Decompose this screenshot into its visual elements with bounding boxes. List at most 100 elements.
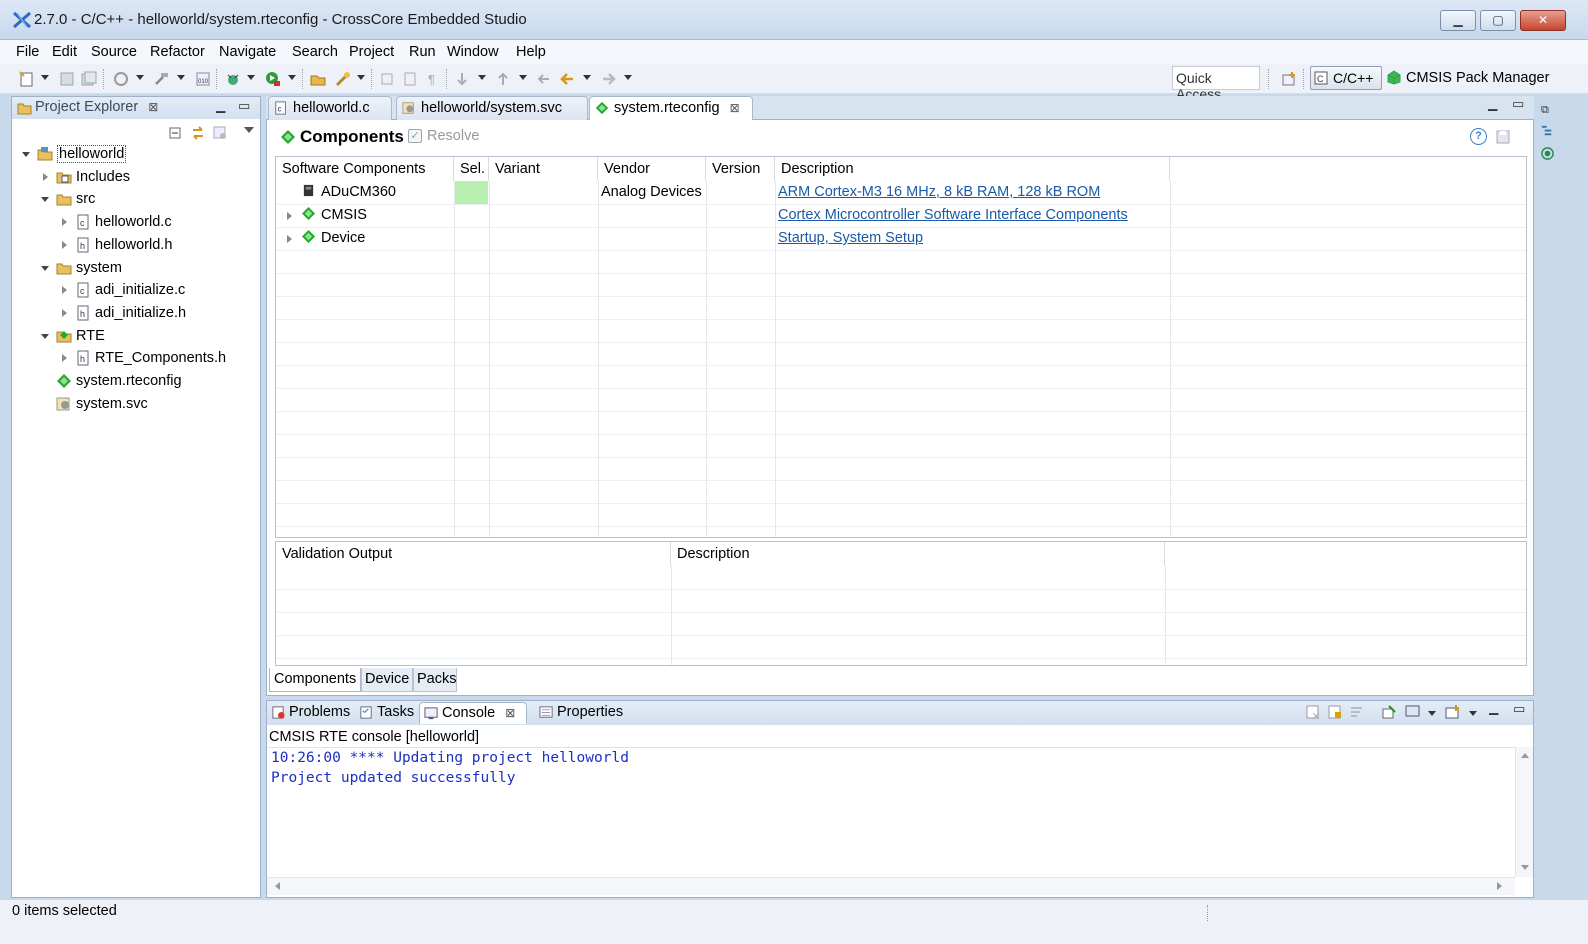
back-icon[interactable] bbox=[558, 70, 576, 88]
toggle-block-icon[interactable] bbox=[401, 70, 419, 88]
menu-run[interactable]: Run bbox=[409, 44, 436, 60]
new-dropdown-icon[interactable] bbox=[41, 75, 49, 80]
expand-icon[interactable] bbox=[287, 235, 292, 243]
menu-search[interactable]: Search bbox=[292, 44, 338, 60]
close-tab-icon[interactable]: ⊠ bbox=[730, 101, 740, 115]
table-row[interactable]: CMSIS Cortex Microcontroller Software In… bbox=[276, 204, 1526, 227]
scroll-down-icon[interactable] bbox=[1521, 865, 1529, 870]
tab-device[interactable]: Device bbox=[361, 668, 413, 692]
maximize-button[interactable]: ▢ bbox=[1480, 10, 1516, 31]
display-console-dropdown-icon[interactable] bbox=[1428, 711, 1436, 716]
make-target-icon[interactable] bbox=[1540, 146, 1555, 164]
run-dropdown-icon[interactable] bbox=[288, 75, 296, 80]
close-tab-icon[interactable]: ⊠ bbox=[505, 706, 515, 720]
toggle-mark-icon[interactable] bbox=[378, 70, 396, 88]
tab-project-explorer[interactable]: Project Explorer ⊠ bbox=[13, 97, 173, 119]
tab-system-rteconfig[interactable]: system.rteconfig ⊠ bbox=[589, 96, 753, 120]
component-description-link[interactable]: Startup, System Setup bbox=[778, 230, 923, 246]
tab-components[interactable]: Components bbox=[269, 668, 361, 692]
perspective-cpp-button[interactable]: C C/C++ bbox=[1310, 66, 1382, 90]
close-tab-icon[interactable]: ⊠ bbox=[148, 100, 158, 114]
col-vendor[interactable]: Vendor bbox=[598, 157, 706, 181]
forward-icon[interactable] bbox=[600, 70, 618, 88]
collapse-icon[interactable] bbox=[41, 333, 49, 339]
menu-help[interactable]: Help bbox=[516, 44, 546, 60]
col-description[interactable]: Description bbox=[775, 157, 1170, 181]
minimize-editor-icon[interactable]: ▁ bbox=[1488, 97, 1497, 111]
expand-icon[interactable] bbox=[62, 354, 67, 363]
help-icon[interactable]: ? bbox=[1470, 128, 1487, 145]
col-validation-output[interactable]: Validation Output bbox=[276, 542, 671, 566]
expand-icon[interactable] bbox=[62, 308, 67, 317]
open-perspective-icon[interactable] bbox=[1280, 70, 1298, 88]
debug-dropdown-icon[interactable] bbox=[247, 75, 255, 80]
menu-edit[interactable]: Edit bbox=[52, 44, 77, 60]
col-sel[interactable]: Sel. bbox=[454, 157, 489, 181]
filters-icon[interactable] bbox=[212, 125, 228, 144]
console-vertical-scrollbar[interactable] bbox=[1515, 747, 1533, 877]
save-editor-icon[interactable] bbox=[1495, 129, 1511, 148]
collapse-all-icon[interactable] bbox=[168, 125, 184, 144]
external-tools-dropdown-icon[interactable] bbox=[357, 75, 365, 80]
back-dropdown-icon[interactable] bbox=[583, 75, 591, 80]
scroll-right-icon[interactable] bbox=[1497, 882, 1502, 890]
tab-properties[interactable]: Properties bbox=[535, 702, 627, 724]
build-hammer-icon[interactable] bbox=[152, 70, 170, 88]
last-edit-icon[interactable] bbox=[535, 70, 553, 88]
resolve-checkbox[interactable]: ✓ bbox=[408, 129, 422, 143]
view-menu-icon[interactable] bbox=[244, 127, 254, 133]
minimize-panel-icon[interactable]: ▁ bbox=[1489, 701, 1498, 715]
menu-file[interactable]: File bbox=[16, 44, 39, 60]
open-type-icon[interactable] bbox=[309, 70, 327, 88]
forward-dropdown-icon[interactable] bbox=[624, 75, 632, 80]
menu-project[interactable]: Project bbox=[349, 44, 394, 60]
collapse-icon[interactable] bbox=[41, 265, 49, 271]
display-console-icon[interactable] bbox=[1405, 704, 1421, 723]
component-description-link[interactable]: ARM Cortex-M3 16 MHz, 8 kB RAM, 128 kB R… bbox=[778, 184, 1100, 200]
scroll-up-icon[interactable] bbox=[1521, 753, 1529, 758]
col-version[interactable]: Version bbox=[706, 157, 775, 181]
console-output[interactable]: 10:26:00 **** Updating project helloworl… bbox=[267, 747, 1515, 877]
outline-icon[interactable] bbox=[1540, 124, 1555, 142]
scroll-left-icon[interactable] bbox=[275, 882, 280, 890]
save-all-icon[interactable] bbox=[80, 70, 98, 88]
build-config-dropdown-icon[interactable] bbox=[136, 75, 144, 80]
prev-annotation-dropdown-icon[interactable] bbox=[519, 75, 527, 80]
tab-helloworld-c[interactable]: c helloworld.c bbox=[268, 96, 392, 120]
binary-icon[interactable]: 010 bbox=[194, 70, 212, 88]
tab-console[interactable]: Console ⊠ bbox=[419, 702, 527, 724]
tab-system-svc[interactable]: helloworld/system.svc bbox=[396, 96, 588, 120]
external-tools-icon[interactable] bbox=[334, 70, 352, 88]
sel-cell[interactable] bbox=[455, 181, 488, 204]
component-description-link[interactable]: Cortex Microcontroller Software Interfac… bbox=[778, 207, 1128, 223]
collapse-icon[interactable] bbox=[22, 152, 30, 157]
open-console-icon[interactable] bbox=[1445, 704, 1461, 723]
menu-refactor[interactable]: Refactor bbox=[150, 44, 205, 60]
build-dropdown-icon[interactable] bbox=[177, 75, 185, 80]
build-config-icon[interactable] bbox=[112, 70, 130, 88]
tab-packs[interactable]: Packs bbox=[413, 668, 457, 692]
col-validation-description[interactable]: Description bbox=[671, 542, 1165, 566]
expand-icon[interactable] bbox=[62, 286, 67, 295]
new-icon[interactable] bbox=[18, 70, 36, 88]
pin-console-icon[interactable] bbox=[1381, 704, 1397, 723]
show-whitespace-icon[interactable]: ¶ bbox=[424, 70, 442, 88]
prev-annotation-icon[interactable] bbox=[494, 70, 512, 88]
next-annotation-icon[interactable] bbox=[453, 70, 471, 88]
menu-navigate[interactable]: Navigate bbox=[219, 44, 276, 60]
quick-access-field[interactable]: Quick Access bbox=[1172, 66, 1260, 102]
expand-icon[interactable] bbox=[43, 172, 48, 181]
menu-window[interactable]: Window bbox=[447, 44, 499, 60]
table-row[interactable]: Device Startup, System Setup bbox=[276, 227, 1526, 250]
minimize-view-icon[interactable]: ▁ bbox=[216, 99, 225, 113]
scroll-lock-icon[interactable] bbox=[1327, 704, 1343, 723]
expand-icon[interactable] bbox=[62, 218, 67, 227]
console-horizontal-scrollbar[interactable] bbox=[267, 877, 1515, 895]
maximize-editor-icon[interactable]: ▭ bbox=[1512, 96, 1524, 112]
clear-console-icon[interactable] bbox=[1305, 704, 1321, 723]
perspective-cmsis-button[interactable]: CMSIS Pack Manager bbox=[1386, 66, 1566, 90]
save-icon[interactable] bbox=[58, 70, 76, 88]
expand-icon[interactable] bbox=[287, 212, 292, 220]
col-software-components[interactable]: Software Components bbox=[276, 157, 454, 181]
tab-tasks[interactable]: Tasks bbox=[355, 702, 421, 724]
